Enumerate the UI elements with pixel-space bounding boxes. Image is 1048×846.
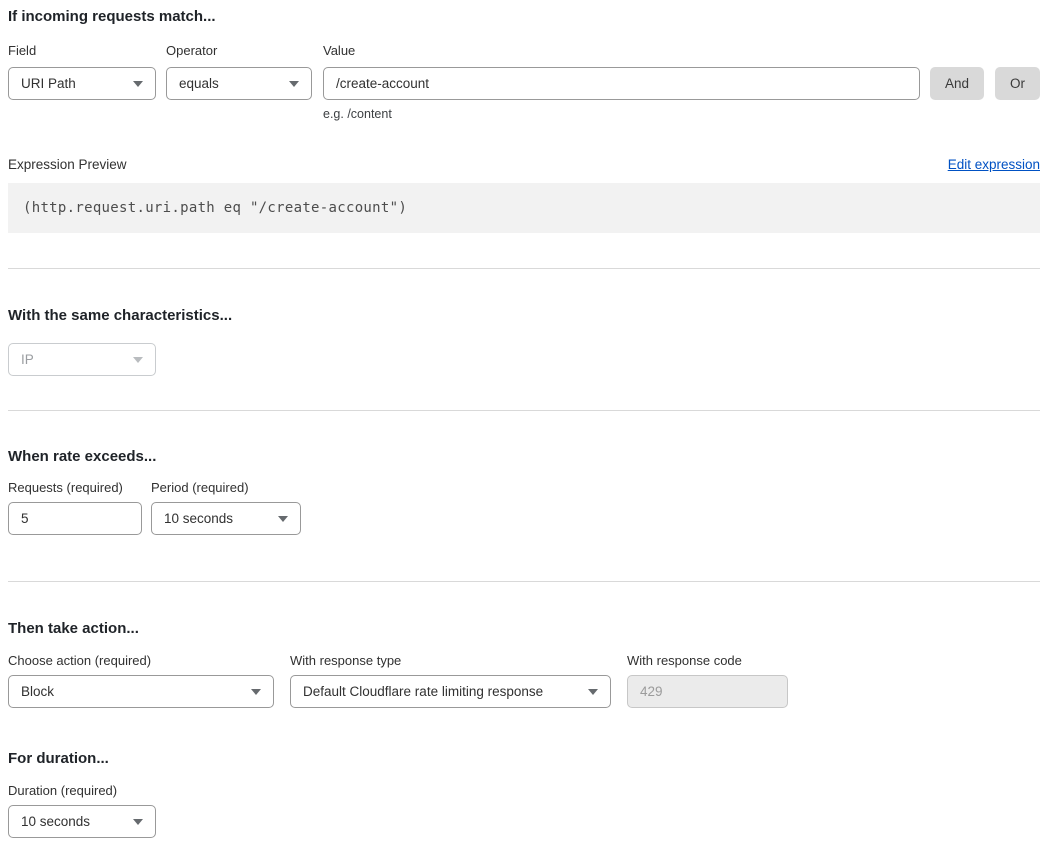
- section-divider: [8, 581, 1040, 582]
- response-code-group: With response code: [627, 653, 788, 708]
- operator-label: Operator: [166, 43, 312, 58]
- characteristic-select-value: IP: [21, 352, 34, 367]
- expression-preview-header: Expression Preview Edit expression: [8, 157, 1040, 172]
- response-type-select[interactable]: Default Cloudflare rate limiting respons…: [290, 675, 611, 708]
- value-input[interactable]: [323, 67, 920, 100]
- period-label: Period (required): [151, 480, 301, 495]
- field-select-value: URI Path: [21, 76, 76, 91]
- period-select-value: 10 seconds: [164, 511, 233, 526]
- characteristic-select-disabled: IP: [8, 343, 156, 376]
- match-section-heading: If incoming requests match...: [8, 8, 1040, 25]
- value-hint: e.g. /content: [323, 107, 920, 122]
- expression-preview-label: Expression Preview: [8, 157, 127, 172]
- choose-action-group: Choose action (required) Block: [8, 653, 274, 708]
- period-group: Period (required) 10 seconds: [151, 480, 301, 535]
- response-type-label: With response type: [290, 653, 611, 668]
- period-select[interactable]: 10 seconds: [151, 502, 301, 535]
- operator-group: Operator equals: [166, 43, 312, 100]
- chevron-down-icon: [278, 516, 288, 522]
- requests-label: Requests (required): [8, 480, 142, 495]
- chevron-down-icon: [133, 81, 143, 87]
- chevron-down-icon: [588, 689, 598, 695]
- rate-section-heading: When rate exceeds...: [8, 448, 1040, 465]
- section-divider: [8, 410, 1040, 411]
- operator-select[interactable]: equals: [166, 67, 312, 100]
- requests-input[interactable]: [8, 502, 142, 535]
- characteristics-section-heading: With the same characteristics...: [8, 307, 1040, 324]
- response-code-label: With response code: [627, 653, 788, 668]
- choose-action-select[interactable]: Block: [8, 675, 274, 708]
- response-type-group: With response type Default Cloudflare ra…: [290, 653, 611, 708]
- operator-select-value: equals: [179, 76, 219, 91]
- requests-group: Requests (required): [8, 480, 142, 535]
- expression-preview-code: (http.request.uri.path eq "/create-accou…: [8, 183, 1040, 233]
- and-button[interactable]: And: [930, 67, 984, 100]
- choose-action-select-value: Block: [21, 684, 54, 699]
- value-label: Value: [323, 43, 920, 58]
- duration-group: Duration (required) 10 seconds: [8, 783, 156, 838]
- field-group: Field URI Path: [8, 43, 156, 100]
- edit-expression-link[interactable]: Edit expression: [948, 157, 1040, 172]
- section-divider: [8, 268, 1040, 269]
- chevron-down-icon: [289, 81, 299, 87]
- rate-controls-row: Requests (required) Period (required) 10…: [8, 480, 1040, 535]
- match-controls-row: Field URI Path Operator equals Value e.g…: [8, 43, 1040, 122]
- rate-limiting-rule-form: If incoming requests match... Field URI …: [0, 0, 1048, 846]
- action-section-heading: Then take action...: [8, 620, 1040, 637]
- duration-label: Duration (required): [8, 783, 156, 798]
- duration-section-heading: For duration...: [8, 750, 1040, 767]
- field-select[interactable]: URI Path: [8, 67, 156, 100]
- value-group: Value e.g. /content: [323, 43, 920, 122]
- chevron-down-icon: [251, 689, 261, 695]
- response-code-input-disabled: [627, 675, 788, 708]
- action-controls-row: Choose action (required) Block With resp…: [8, 653, 1040, 708]
- duration-select-value: 10 seconds: [21, 814, 90, 829]
- duration-select[interactable]: 10 seconds: [8, 805, 156, 838]
- field-label: Field: [8, 43, 156, 58]
- or-button[interactable]: Or: [995, 67, 1040, 100]
- chevron-down-icon: [133, 357, 143, 363]
- chevron-down-icon: [133, 819, 143, 825]
- response-type-select-value: Default Cloudflare rate limiting respons…: [303, 684, 543, 699]
- choose-action-label: Choose action (required): [8, 653, 274, 668]
